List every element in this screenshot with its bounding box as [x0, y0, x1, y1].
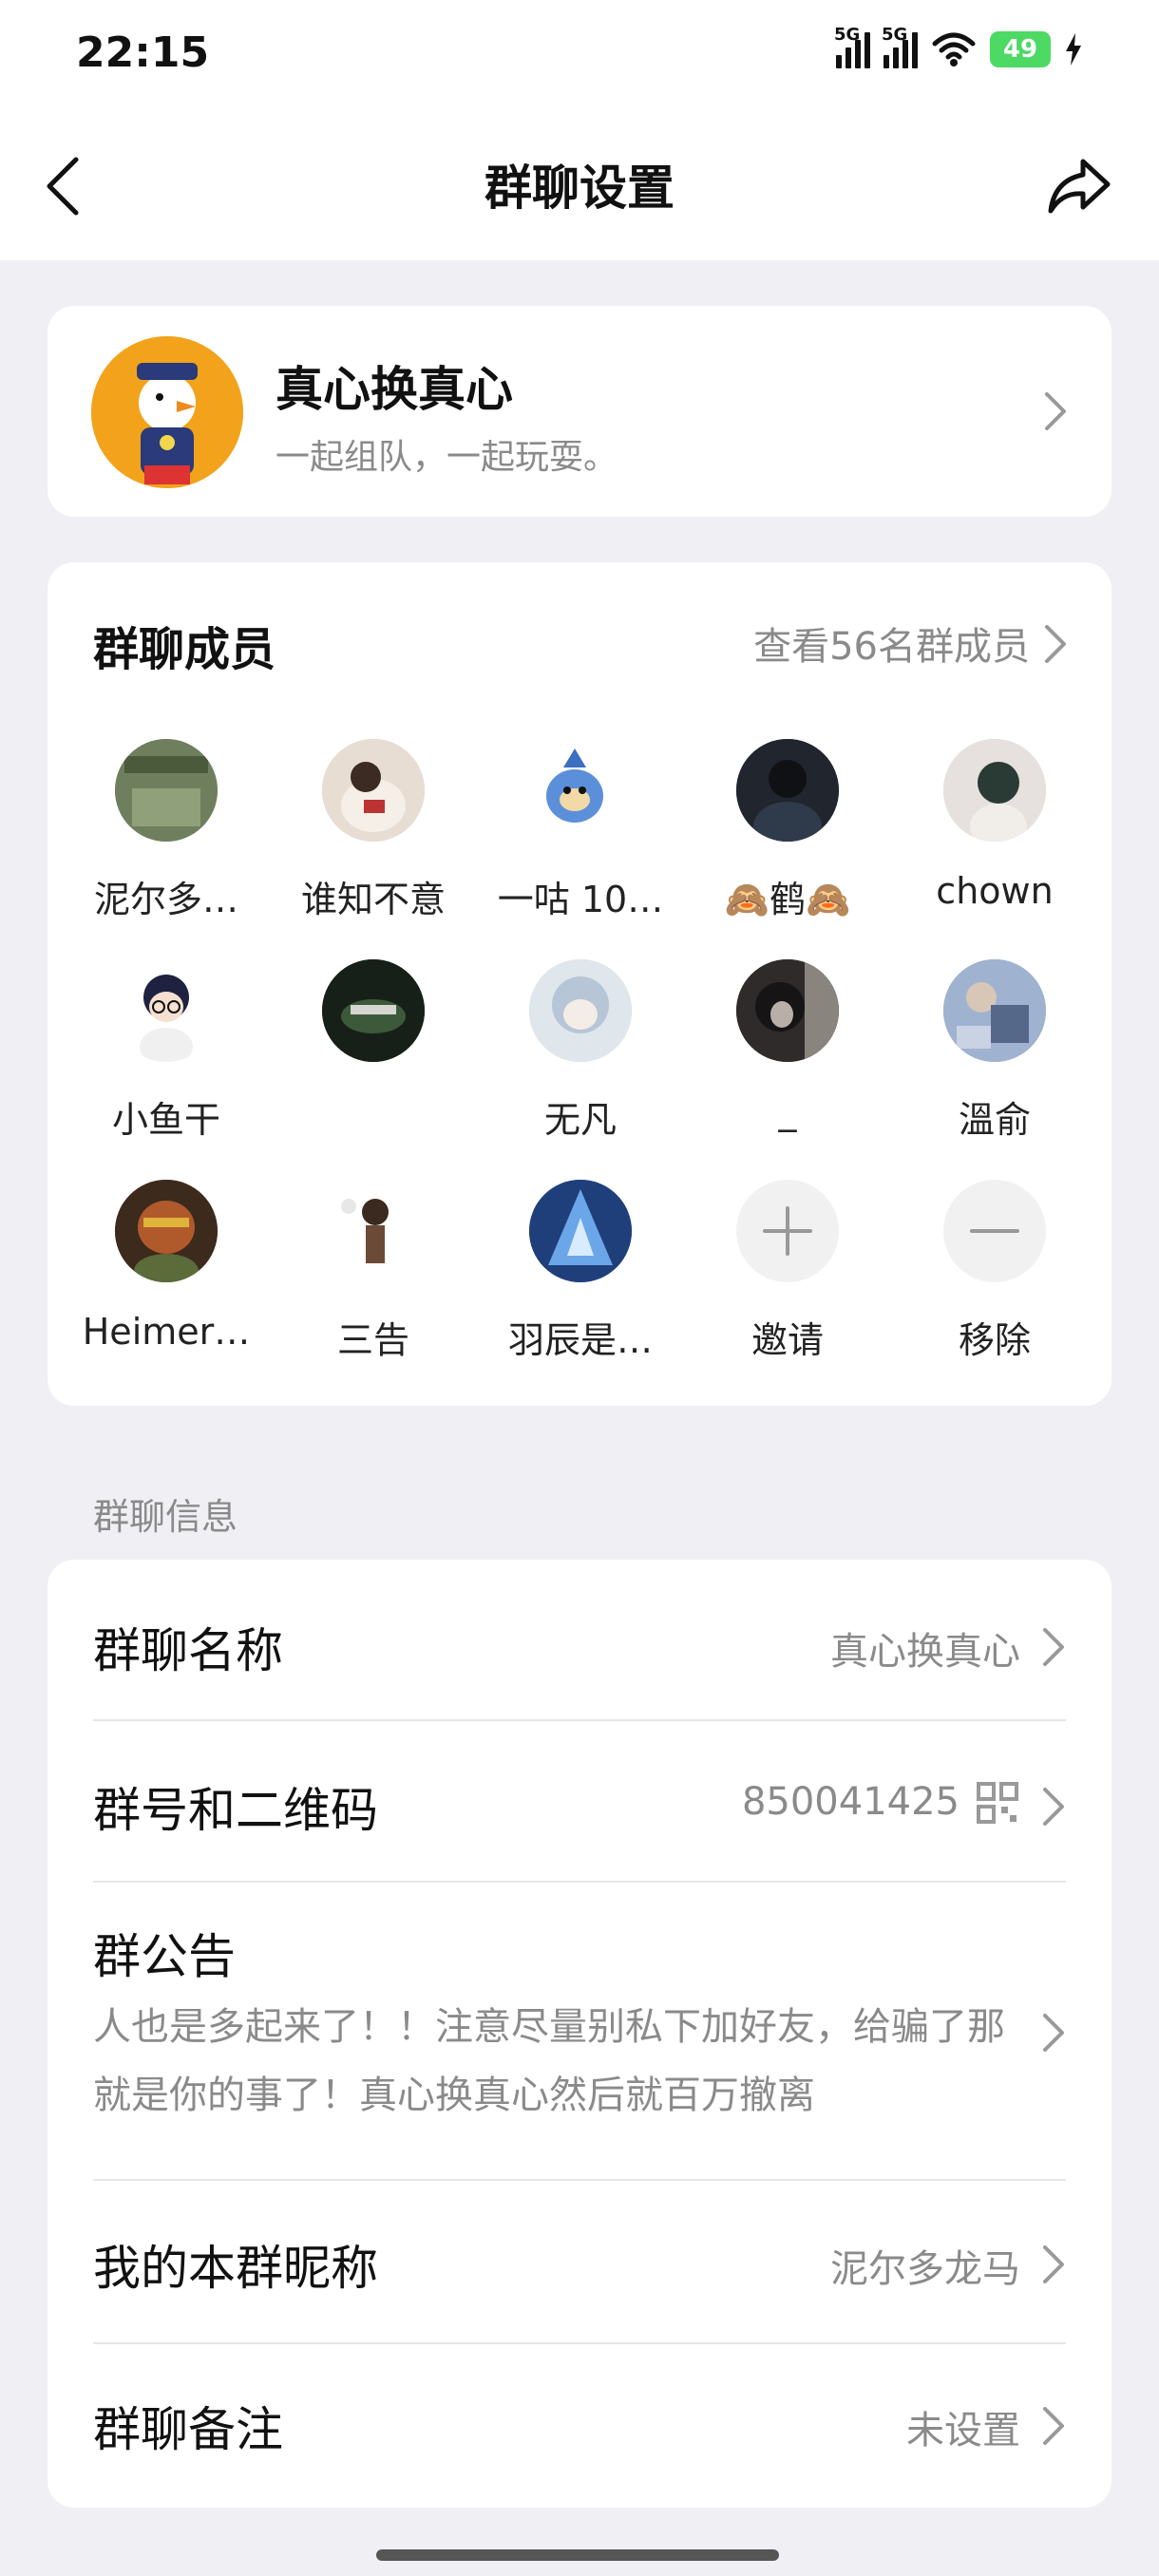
member-item[interactable] — [270, 959, 477, 1090]
member-item[interactable]: 溫俞 — [891, 959, 1098, 1143]
divider — [93, 1719, 1066, 1721]
group-remark-label: 群聊备注 — [93, 2402, 283, 2457]
member-name: chown — [936, 870, 1054, 912]
divider — [93, 2342, 1066, 2344]
group-id-label: 群号和二维码 — [93, 1783, 378, 1838]
member-item[interactable]: 无凡 — [477, 959, 684, 1143]
group-id-row[interactable]: 群号和二维码 850041425 — [93, 1767, 1066, 1843]
member-avatar — [115, 959, 218, 1062]
member-avatar — [529, 1180, 632, 1282]
member-avatar — [115, 1180, 218, 1282]
member-item[interactable]: 泥尔多… — [63, 739, 270, 922]
member-name: 小鱼干 — [111, 1099, 220, 1141]
member-name: Heimer… — [82, 1311, 251, 1353]
member-avatar — [115, 739, 218, 842]
group-remark-value: 未设置 — [906, 2409, 1020, 2453]
group-remark-row[interactable]: 群聊备注 未设置 — [93, 2386, 1066, 2462]
invite-label: 邀请 — [750, 1319, 824, 1361]
battery-indicator: 49 — [990, 31, 1051, 67]
wifi-icon — [932, 32, 976, 66]
home-indicator[interactable] — [376, 2549, 779, 2561]
qr-code-icon — [977, 1782, 1018, 1828]
member-avatar — [736, 739, 839, 842]
member-avatar — [943, 959, 1046, 1062]
member-item[interactable]: 小鱼干 — [63, 959, 270, 1143]
charging-icon — [1066, 33, 1081, 66]
member-item[interactable]: 三告 — [270, 1180, 477, 1363]
member-avatar — [322, 959, 425, 1062]
group-info-card: 群聊名称 真心换真心 群号和二维码 850041425 群公告 人也是多起来了！… — [48, 1560, 1112, 2508]
member-item[interactable]: 羽辰是… — [477, 1180, 684, 1363]
status-icons: 5G 5G 49 — [834, 25, 1083, 68]
invite-button[interactable]: 邀请 — [684, 1180, 891, 1363]
section-label: 群聊信息 — [93, 1496, 238, 1538]
group-name: 真心换真心 — [276, 362, 513, 417]
member-name: 溫俞 — [958, 1099, 1031, 1141]
my-nickname-row[interactable]: 我的本群昵称 泥尔多龙马 — [93, 2225, 1066, 2301]
remove-button[interactable]: 移除 — [891, 1180, 1098, 1363]
member-item[interactable]: Heimer… — [63, 1180, 270, 1353]
chevron-right-icon — [1043, 623, 1068, 665]
group-notice-row[interactable]: 群公告 人也是多起来了！！注意尽量别私下加好友，给骗了那就是你的事了！真心换真心… — [93, 1919, 1066, 2147]
status-bar: 22:15 5G 5G 49 — [0, 0, 1159, 112]
my-nickname-value: 泥尔多龙马 — [830, 2247, 1020, 2291]
chevron-right-icon — [1041, 1786, 1066, 1828]
member-avatar — [322, 739, 425, 842]
chevron-right-icon — [1041, 2012, 1066, 2054]
member-name: 羽辰是… — [507, 1319, 653, 1361]
my-nickname-label: 我的本群昵称 — [93, 2241, 378, 2296]
signal-icon-2: 5G — [882, 25, 918, 68]
group-name-value: 真心换真心 — [830, 1630, 1020, 1674]
divider — [93, 2179, 1066, 2181]
member-item[interactable]: 谁知不意 — [270, 739, 477, 922]
chevron-right-icon — [1041, 2244, 1066, 2285]
member-avatar — [943, 739, 1046, 842]
group-notice-label: 群公告 — [93, 1929, 236, 1984]
group-notice-text: 人也是多起来了！！注意尽量别私下加好友，给骗了那就是你的事了！真心换真心然后就百… — [93, 2005, 1005, 2117]
member-avatar — [322, 1180, 425, 1282]
chevron-right-icon — [1041, 1626, 1066, 1668]
member-name: 无凡 — [543, 1099, 617, 1141]
group-avatar — [91, 336, 243, 488]
members-card: 群聊成员 查看56名群成员 泥尔多… 谁知不意 一咕 10… 🙈鹤🙈 chown — [48, 562, 1112, 1406]
share-button[interactable] — [1041, 148, 1117, 224]
signal-icon: 5G — [834, 25, 870, 68]
member-name: 一咕 10… — [497, 879, 664, 920]
member-avatar — [529, 739, 632, 842]
member-name: 三告 — [336, 1319, 409, 1361]
member-avatar — [736, 959, 839, 1062]
member-item[interactable]: chown — [891, 739, 1098, 912]
nav-bar: 群聊设置 — [0, 112, 1159, 260]
member-name: 泥尔多… — [93, 879, 238, 920]
member-item[interactable]: 一咕 10… — [477, 739, 684, 922]
group-id-value: 850041425 — [741, 1780, 960, 1824]
status-time: 22:15 — [76, 28, 210, 77]
member-name: _ — [778, 1090, 797, 1132]
member-item[interactable]: 🙈鹤🙈 — [684, 739, 891, 922]
view-all-members-link[interactable]: 查看56名群成员 — [753, 616, 1030, 671]
page-title: 群聊设置 — [484, 161, 674, 216]
add-icon — [736, 1180, 839, 1282]
member-avatar — [529, 959, 632, 1062]
member-item[interactable]: _ — [684, 959, 891, 1132]
group-name-label: 群聊名称 — [93, 1623, 283, 1678]
chevron-right-icon — [1043, 390, 1068, 432]
group-profile-card[interactable]: 真心换真心 一起组队，一起玩耍。 — [48, 306, 1112, 517]
group-name-row[interactable]: 群聊名称 真心换真心 — [93, 1607, 1066, 1683]
chevron-right-icon — [1041, 2405, 1066, 2447]
divider — [93, 1881, 1066, 1883]
members-title: 群聊成员 — [93, 623, 276, 676]
group-description: 一起组队，一起玩耍。 — [276, 438, 618, 477]
minus-icon — [943, 1180, 1046, 1282]
member-name: 🙈鹤🙈 — [724, 879, 851, 920]
remove-label: 移除 — [958, 1319, 1031, 1361]
share-icon — [1048, 159, 1111, 214]
member-name: 谁知不意 — [300, 879, 446, 920]
